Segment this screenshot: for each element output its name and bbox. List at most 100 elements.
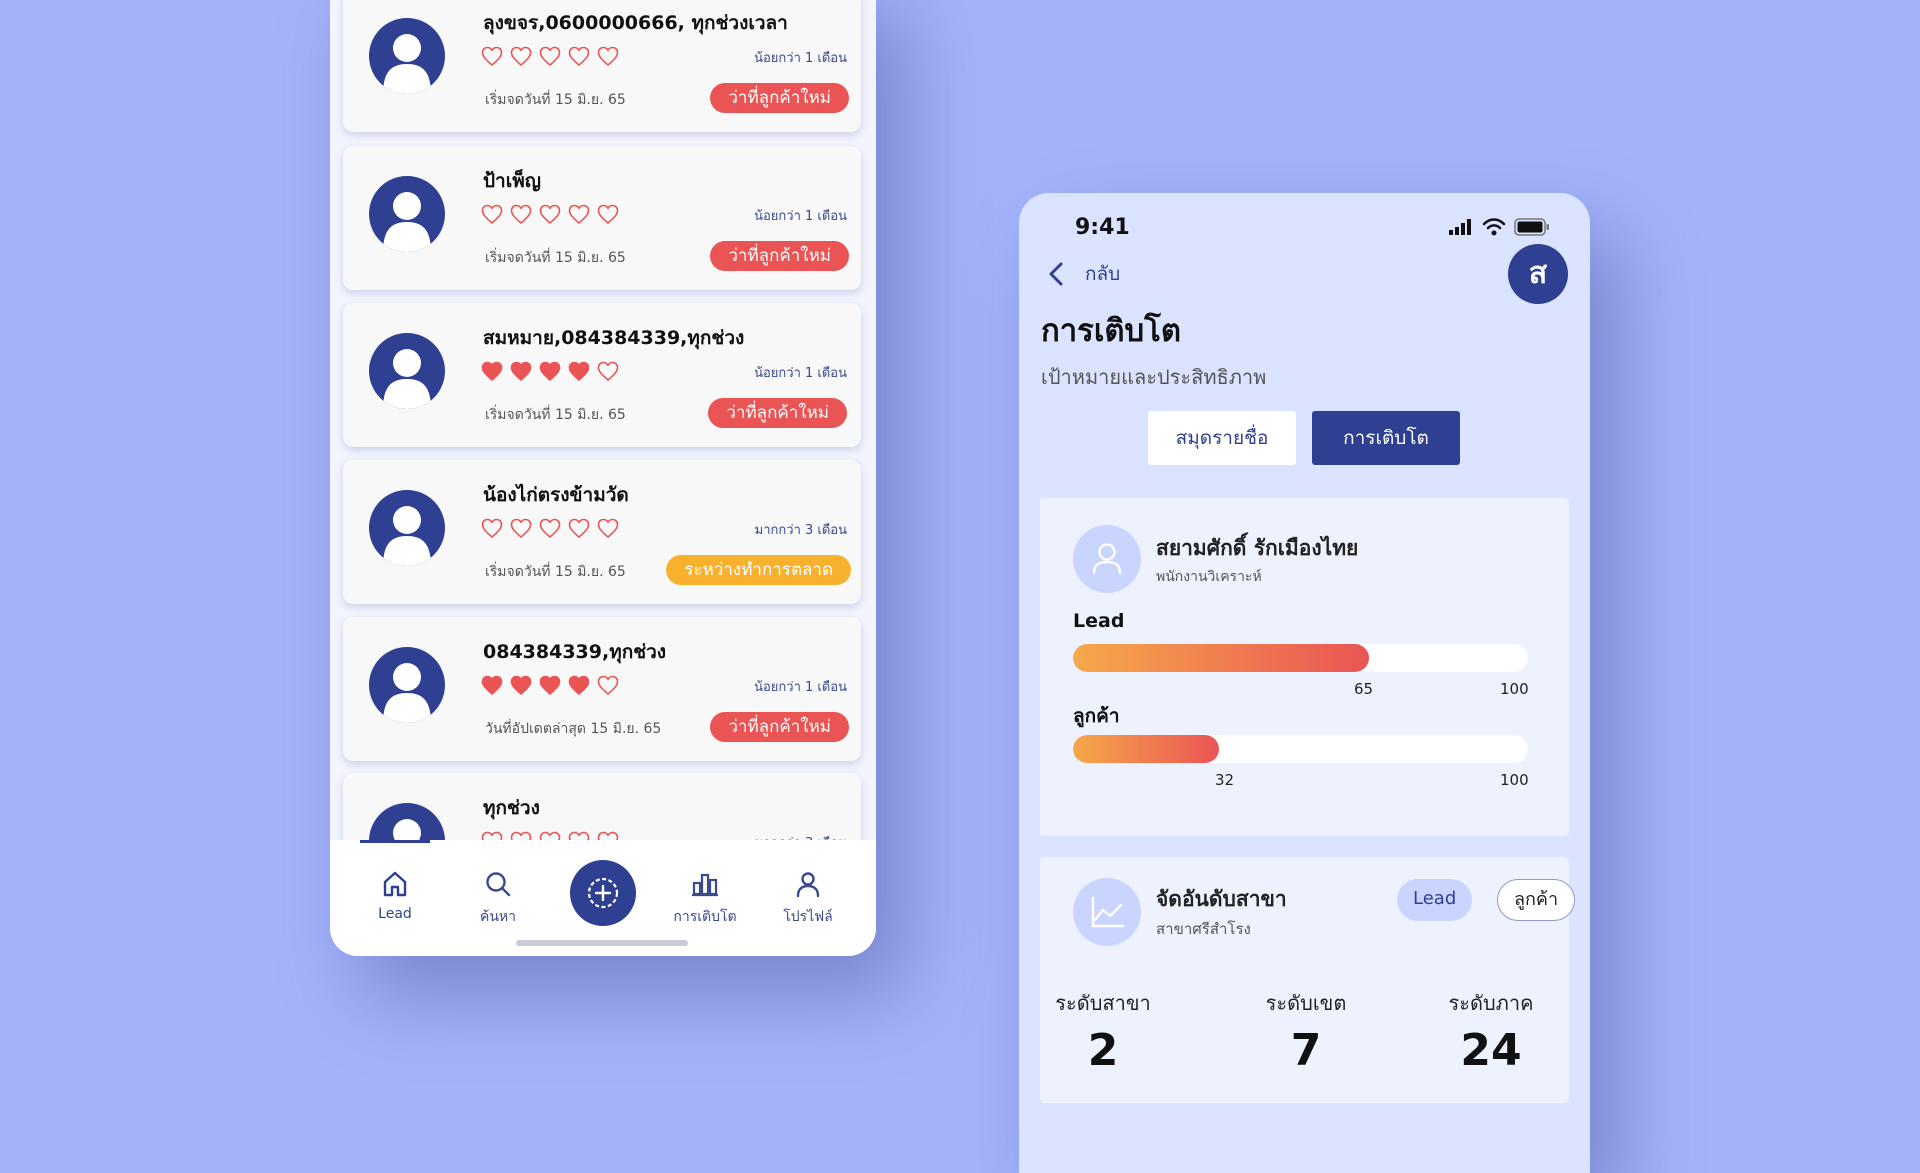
rank-region-value: 24 xyxy=(1460,1025,1522,1076)
user-icon xyxy=(796,872,820,898)
lead-card[interactable]: ลุงขจร,0600000666, ทุกช่วงเวลา น้อยกว่า … xyxy=(343,0,861,132)
avatar xyxy=(369,176,445,252)
growth-screen: 9:41 กลับ ส การเติบโต เป้าหมายและประสิทธ… xyxy=(1019,193,1590,1173)
ranking-branch: สาขาศรีสำโรง xyxy=(1156,920,1251,938)
lead-name: ป้าเพ็ญ xyxy=(483,170,541,192)
add-lead-button[interactable] xyxy=(570,860,636,926)
rank-region-label: ระดับภาค xyxy=(1448,991,1534,1015)
heart-filled-icon[interactable] xyxy=(481,675,503,697)
home-indicator xyxy=(516,940,688,946)
lead-age: น้อยกว่า 1 เดือน xyxy=(754,209,847,224)
heart-outline-icon[interactable] xyxy=(568,204,590,226)
heart-filled-icon[interactable] xyxy=(539,675,561,697)
nav-profile[interactable]: โปรไฟล์ xyxy=(758,868,858,928)
heart-outline-icon[interactable] xyxy=(539,204,561,226)
lead-age: น้อยกว่า 1 เดือน xyxy=(754,51,847,66)
lead-age: น้อยกว่า 1 เดือน xyxy=(754,680,847,695)
lead-progress-value: 65 xyxy=(1354,680,1374,698)
line-chart-icon xyxy=(1091,896,1125,928)
heart-filled-icon[interactable] xyxy=(510,361,532,383)
tab-contacts[interactable]: สมุดรายชื่อ xyxy=(1148,411,1296,465)
page-subtitle: เป้าหมายและประสิทธิภาพ xyxy=(1041,365,1267,389)
heart-outline-icon[interactable] xyxy=(539,46,561,68)
lead-card[interactable]: ป้าเพ็ญ น้อยกว่า 1 เดือน เริ่มจดวันที่ 1… xyxy=(343,146,861,290)
nav-search[interactable]: ค้นหา xyxy=(448,868,548,928)
chevron-left-icon xyxy=(1049,262,1063,286)
wifi-icon xyxy=(1482,218,1506,236)
nav-growth[interactable]: การเติบโต xyxy=(655,868,755,928)
avatar xyxy=(369,803,445,841)
rank-branch-value: 2 xyxy=(1087,1025,1119,1076)
avatar xyxy=(369,333,445,409)
lead-card[interactable]: 084384339,ทุกช่วง น้อยกว่า 1 เดือน วันที… xyxy=(343,617,861,761)
rating-hearts[interactable] xyxy=(481,518,619,540)
heart-outline-icon[interactable] xyxy=(481,204,503,226)
heart-outline-icon[interactable] xyxy=(597,204,619,226)
back-button[interactable]: กลับ xyxy=(1043,259,1120,289)
lead-card[interactable]: สมหมาย,084384339,ทุกช่วง น้อยกว่า 1 เดือ… xyxy=(343,303,861,447)
nav-label: Lead xyxy=(378,906,412,922)
nav-label: การเติบโต xyxy=(673,909,737,925)
employee-avatar xyxy=(1073,525,1141,593)
heart-outline-icon[interactable] xyxy=(510,46,532,68)
heart-outline-icon[interactable] xyxy=(539,518,561,540)
heart-outline-icon[interactable] xyxy=(597,675,619,697)
rating-hearts[interactable] xyxy=(481,46,619,68)
lead-name: สมหมาย,084384339,ทุกช่วง xyxy=(483,327,745,349)
rating-hearts[interactable] xyxy=(481,675,619,697)
status-badge: ว่าที่ลูกค้าใหม่ xyxy=(710,83,849,113)
lead-progress-bar xyxy=(1073,644,1528,672)
lead-date: เริ่มจดวันที่ 15 มิ.ย. 65 xyxy=(485,250,626,266)
heart-filled-icon[interactable] xyxy=(510,675,532,697)
heart-outline-icon[interactable] xyxy=(481,518,503,540)
customer-bar-label: ลูกค้า xyxy=(1073,705,1120,727)
page-title: การเติบโต xyxy=(1041,313,1182,349)
heart-outline-icon[interactable] xyxy=(597,361,619,383)
heart-outline-icon[interactable] xyxy=(510,204,532,226)
heart-outline-icon[interactable] xyxy=(481,46,503,68)
lead-date: เริ่มจดวันที่ 15 มิ.ย. 65 xyxy=(485,92,626,108)
rating-hearts[interactable] xyxy=(481,361,619,383)
status-badge: ระหว่างทำการตลาด xyxy=(666,555,851,585)
bar-chart-icon xyxy=(692,873,718,897)
heart-outline-icon[interactable] xyxy=(597,46,619,68)
heart-filled-icon[interactable] xyxy=(568,675,590,697)
lead-age: มากกว่า 3 เดือน xyxy=(754,523,847,538)
lead-date: เริ่มจดวันที่ 15 มิ.ย. 65 xyxy=(485,407,626,423)
ranking-title: จัดอันดับสาขา xyxy=(1156,887,1287,911)
user-icon xyxy=(1092,543,1122,575)
heart-filled-icon[interactable] xyxy=(568,361,590,383)
heart-filled-icon[interactable] xyxy=(481,361,503,383)
heart-outline-icon[interactable] xyxy=(597,518,619,540)
heart-filled-icon[interactable] xyxy=(539,361,561,383)
status-icons xyxy=(1448,218,1550,236)
profile-avatar[interactable]: ส xyxy=(1508,244,1568,304)
ranking-toggle-customer[interactable]: ลูกค้า xyxy=(1497,879,1576,921)
lead-card[interactable]: น้องไก่ตรงข้ามวัด มากกว่า 3 เดือน เริ่มจ… xyxy=(343,460,861,604)
customer-progress-bar xyxy=(1073,735,1528,763)
heart-outline-icon[interactable] xyxy=(510,518,532,540)
employee-name: สยามศักดิ์ รักเมืองไทย xyxy=(1156,536,1359,560)
status-badge: ว่าที่ลูกค้าใหม่ xyxy=(708,398,847,428)
lead-date: เริ่มจดวันที่ 15 มิ.ย. 65 xyxy=(485,564,626,580)
status-badge: ว่าที่ลูกค้าใหม่ xyxy=(710,241,849,271)
employee-role: พนักงานวิเคราะห์ xyxy=(1156,569,1262,585)
lead-card[interactable]: ทุกช่วง มากกว่า 3 เดือน xyxy=(343,773,861,841)
heart-outline-icon[interactable] xyxy=(568,46,590,68)
lead-name: ลุงขจร,0600000666, ทุกช่วงเวลา xyxy=(483,12,788,34)
rank-district: ระดับเขต 7 xyxy=(1246,987,1366,1076)
tab-growth[interactable]: การเติบโต xyxy=(1312,411,1460,465)
nav-label: ค้นหา xyxy=(479,909,517,925)
rank-district-label: ระดับเขต xyxy=(1265,991,1347,1015)
status-badge: ว่าที่ลูกค้าใหม่ xyxy=(710,712,849,742)
ranking-avatar xyxy=(1073,878,1141,946)
rating-hearts[interactable] xyxy=(481,204,619,226)
add-icon xyxy=(587,877,619,909)
heart-outline-icon[interactable] xyxy=(568,518,590,540)
nav-lead[interactable]: Lead xyxy=(345,868,445,922)
nav-label: โปรไฟล์ xyxy=(783,909,833,925)
back-label: กลับ xyxy=(1085,263,1121,285)
ranking-toggle-lead[interactable]: Lead xyxy=(1397,879,1473,921)
home-icon xyxy=(383,871,407,897)
lead-card-list[interactable]: ลุงขจร,0600000666, ทุกช่วงเวลา น้อยกว่า … xyxy=(330,0,876,841)
